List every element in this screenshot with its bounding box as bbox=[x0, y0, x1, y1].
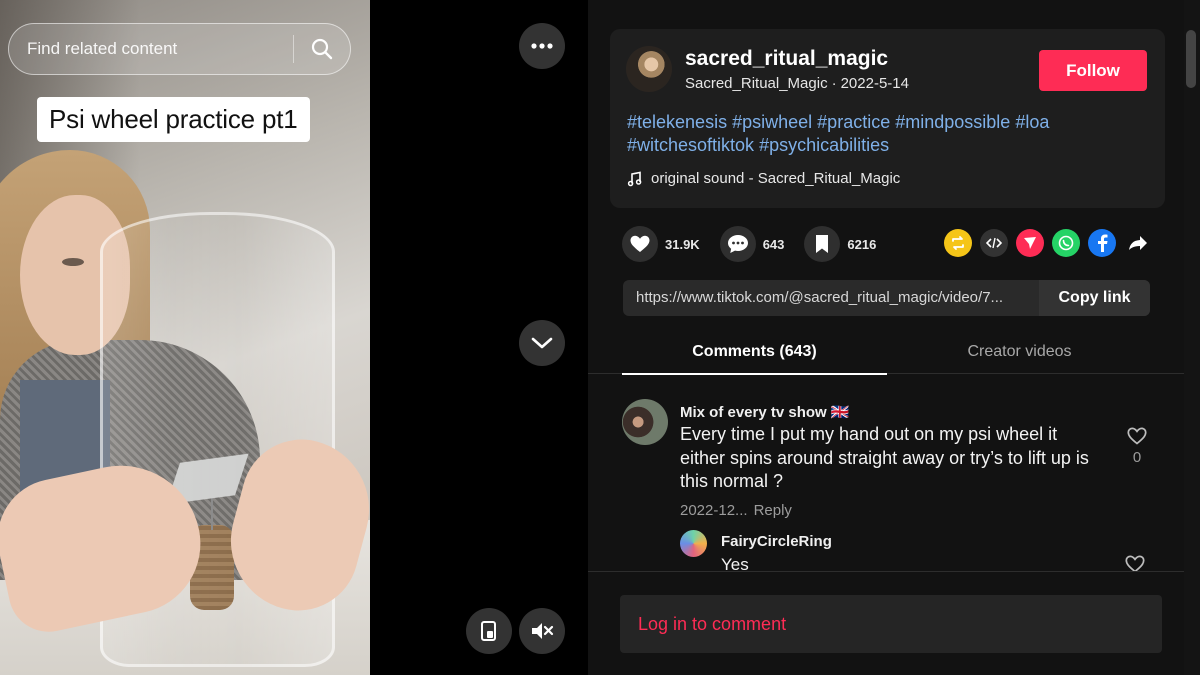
like-action[interactable]: 31.9K bbox=[622, 226, 700, 262]
like-button[interactable] bbox=[622, 226, 658, 262]
comment-avatar[interactable] bbox=[622, 399, 668, 445]
subline-separator: · bbox=[831, 75, 837, 92]
search-bar bbox=[8, 23, 351, 75]
hashtag-link[interactable]: #telekenesis bbox=[627, 112, 727, 132]
save-button[interactable] bbox=[804, 226, 841, 262]
comment-text: Every time I put my hand out on my psi w… bbox=[680, 424, 1089, 491]
mini-player-button[interactable] bbox=[466, 608, 512, 654]
comment-meta: 2022-12... Reply bbox=[680, 502, 792, 519]
repost-button[interactable] bbox=[944, 229, 972, 257]
comment-count: 643 bbox=[762, 236, 785, 252]
details-panel: sacred_ritual_magic Sacred_Ritual_Magic … bbox=[588, 0, 1200, 675]
post-description: #telekenesis #psiwheel #practice #mindpo… bbox=[627, 111, 1147, 157]
muted-speaker-icon bbox=[532, 623, 554, 639]
share-link-url[interactable]: https://www.tiktok.com/@sacred_ritual_ma… bbox=[623, 280, 1039, 316]
more-options-button[interactable] bbox=[519, 23, 565, 69]
sound-name: original sound - Sacred_Ritual_Magic bbox=[651, 170, 901, 187]
tab-comments[interactable]: Comments (643) bbox=[622, 330, 887, 375]
facebook-button[interactable] bbox=[1088, 229, 1116, 257]
share-more-button[interactable] bbox=[1124, 229, 1152, 257]
hashtag-link[interactable]: #mindpossible bbox=[895, 112, 1010, 132]
author-username[interactable]: sacred_ritual_magic bbox=[685, 47, 888, 71]
bookmark-icon bbox=[816, 235, 829, 253]
hashtag-link[interactable]: #psiwheel bbox=[732, 112, 812, 132]
video-caption-text: Psi wheel practice pt1 bbox=[49, 104, 298, 134]
send-icon bbox=[1024, 237, 1036, 249]
scrollbar-track[interactable] bbox=[1184, 0, 1200, 675]
login-to-comment-button[interactable]: Log in to comment bbox=[620, 595, 1162, 653]
next-video-button[interactable] bbox=[519, 320, 565, 366]
search-icon bbox=[311, 38, 333, 60]
share-arrow-icon bbox=[1129, 236, 1147, 250]
hashtag-link[interactable]: #loa bbox=[1015, 112, 1049, 132]
tab-creator-videos[interactable]: Creator videos bbox=[887, 330, 1152, 374]
reply-text: Yes bbox=[721, 555, 749, 571]
reply-avatar[interactable] bbox=[680, 530, 707, 557]
heart-outline-icon bbox=[1125, 555, 1145, 571]
hashtags-line-2: #witchesoftiktok #psychicabilities bbox=[627, 134, 1147, 157]
chevron-down-icon bbox=[531, 337, 553, 349]
facebook-icon bbox=[1098, 234, 1108, 252]
share-bar bbox=[944, 229, 1152, 257]
embed-button[interactable] bbox=[980, 229, 1008, 257]
repost-icon bbox=[952, 236, 964, 250]
save-action[interactable]: 6216 bbox=[804, 226, 876, 262]
reply-button[interactable]: Reply bbox=[754, 502, 792, 519]
comment-like-button[interactable]: 0 bbox=[1124, 427, 1150, 466]
comment-list: Mix of every tv show 🇬🇧 Every time I put… bbox=[588, 375, 1184, 571]
comment-input-area: Log in to comment bbox=[588, 571, 1184, 675]
reply-like-button[interactable] bbox=[1125, 555, 1145, 571]
like-count: 31.9K bbox=[665, 236, 700, 252]
whatsapp-button[interactable] bbox=[1052, 229, 1080, 257]
hashtag-link[interactable]: #practice bbox=[817, 112, 890, 132]
send-button[interactable] bbox=[1016, 229, 1044, 257]
app-root: Psi wheel practice pt1 bbox=[0, 0, 1200, 675]
mute-button[interactable] bbox=[519, 608, 565, 654]
author-subline: Sacred_Ritual_Magic · 2022-5-14 bbox=[685, 75, 909, 92]
mini-player-icon bbox=[481, 621, 496, 641]
comment-icon bbox=[727, 235, 748, 253]
search-button[interactable] bbox=[294, 23, 350, 75]
video-person-eye bbox=[62, 258, 84, 266]
more-icon bbox=[531, 43, 553, 49]
video-caption: Psi wheel practice pt1 bbox=[37, 97, 310, 142]
comment-username[interactable]: Mix of every tv show 🇬🇧 bbox=[680, 403, 850, 421]
comments-tabs: Comments (643) Creator videos bbox=[588, 330, 1184, 375]
share-link-box: https://www.tiktok.com/@sacred_ritual_ma… bbox=[623, 280, 1150, 316]
whatsapp-icon bbox=[1058, 235, 1074, 251]
comment-button[interactable] bbox=[719, 226, 756, 262]
author-display-name: Sacred_Ritual_Magic bbox=[685, 75, 828, 92]
follow-button[interactable]: Follow bbox=[1039, 50, 1147, 91]
embed-icon bbox=[986, 237, 1002, 249]
engagement-bar: 31.9K 643 6216 bbox=[622, 225, 896, 263]
reply-username[interactable]: FairyCircleRing bbox=[721, 533, 832, 550]
music-note-icon bbox=[627, 171, 642, 186]
copy-link-button[interactable]: Copy link bbox=[1039, 280, 1150, 316]
player-controls-column bbox=[370, 0, 588, 675]
hashtag-link[interactable]: #witchesoftiktok bbox=[627, 135, 754, 155]
save-count: 6216 bbox=[847, 236, 877, 252]
video-player[interactable]: Psi wheel practice pt1 bbox=[0, 0, 370, 675]
comment-date: 2022-12... bbox=[680, 502, 748, 519]
post-info-card: sacred_ritual_magic Sacred_Ritual_Magic … bbox=[610, 29, 1165, 208]
hashtag-link[interactable]: #psychicabilities bbox=[759, 135, 889, 155]
heart-icon bbox=[630, 235, 650, 252]
heart-outline-icon bbox=[1127, 427, 1147, 445]
post-date: 2022-5-14 bbox=[840, 75, 909, 92]
sound-link[interactable]: original sound - Sacred_Ritual_Magic bbox=[627, 170, 900, 187]
comment-like-count: 0 bbox=[1132, 449, 1142, 466]
search-input[interactable] bbox=[9, 39, 293, 59]
scrollbar-thumb[interactable] bbox=[1186, 30, 1196, 88]
hashtags-line-1: #telekenesis #psiwheel #practice #mindpo… bbox=[627, 111, 1147, 134]
comment-action[interactable]: 643 bbox=[719, 226, 785, 262]
author-avatar[interactable] bbox=[626, 46, 672, 92]
